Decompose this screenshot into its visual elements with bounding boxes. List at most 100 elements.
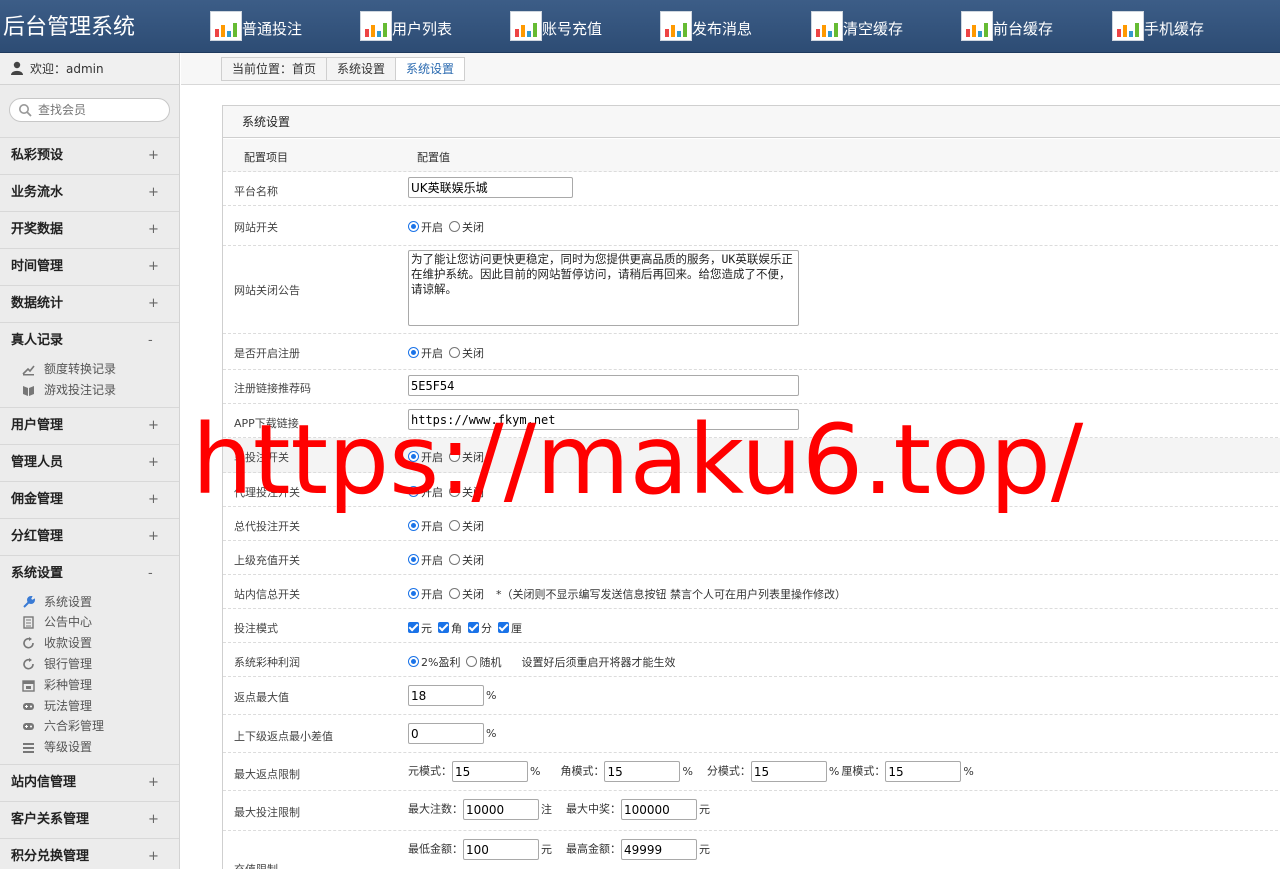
sidebar-item-live-records[interactable]: 真人记录 - bbox=[0, 323, 179, 359]
col-value-header: 配置值 bbox=[417, 151, 450, 164]
sidebar-item-admin-staff[interactable]: 管理人员 + bbox=[0, 445, 179, 481]
sidebar-item-user-management[interactable]: 用户管理 + bbox=[0, 408, 179, 444]
rebate-yuan-input[interactable] bbox=[452, 761, 528, 782]
nav-item-normal-bet[interactable]: 普通投注 bbox=[180, 0, 330, 53]
menu-group: 数据统计 + bbox=[0, 285, 179, 322]
bet-mode-jiao[interactable]: 角 bbox=[438, 622, 462, 635]
sidebar-item-game-bet-records[interactable]: 游戏投注记录 bbox=[0, 380, 179, 401]
register-on[interactable]: 开启 bbox=[408, 347, 443, 360]
welcome-text: 欢迎：admin bbox=[30, 62, 104, 76]
user-icon bbox=[11, 61, 23, 75]
sidebar-item-payment-settings[interactable]: 收款设置 bbox=[0, 633, 179, 654]
rebate-jiao-input[interactable] bbox=[604, 761, 681, 782]
sidebar-item-dividends[interactable]: 分红管理 + bbox=[0, 519, 179, 555]
menu-group: 积分兑换管理 + bbox=[0, 837, 179, 869]
search-input[interactable] bbox=[38, 101, 163, 119]
transfer-icon bbox=[22, 365, 35, 376]
message-switch-off[interactable]: 关闭 bbox=[449, 588, 484, 601]
sidebar-item-bank-management[interactable]: 银行管理 bbox=[0, 654, 179, 675]
sidebar-item-messages[interactable]: 站内信管理 + bbox=[0, 765, 179, 801]
table-row: 单投注开关 开启 关闭 bbox=[223, 438, 1280, 473]
table-row: 是否开启注册 开启 关闭 bbox=[223, 334, 1280, 370]
profit-note: 设置好后须重启开将器才能生效 bbox=[521, 656, 676, 669]
recharge-max-input[interactable] bbox=[621, 839, 697, 860]
menu-group: 业务流水 + bbox=[0, 174, 179, 211]
agent-bet-off[interactable]: 关闭 bbox=[449, 486, 484, 499]
bet-mode-li[interactable]: 厘 bbox=[498, 622, 522, 635]
nav-item-front-cache[interactable]: 前台缓存 bbox=[931, 0, 1081, 53]
menu-group: 佣金管理 + bbox=[0, 480, 179, 518]
bet-mode-yuan[interactable]: 元 bbox=[408, 622, 432, 635]
rebate-fen-input[interactable] bbox=[750, 761, 827, 782]
profit-random[interactable]: 随机 bbox=[466, 656, 501, 669]
gamepad-icon bbox=[23, 702, 34, 710]
chart-icon bbox=[811, 11, 843, 41]
max-bet-count-input[interactable] bbox=[463, 799, 539, 820]
general-agent-on[interactable]: 开启 bbox=[408, 520, 443, 533]
sidebar-item-private-lottery[interactable]: 私彩预设 + bbox=[0, 138, 179, 174]
profit-2pct[interactable]: 2%盈利 bbox=[408, 656, 460, 669]
panel-title: 系统设置 bbox=[223, 106, 1280, 138]
table-header: 配置项目 配置值 bbox=[223, 139, 1280, 172]
recharge-min-input[interactable] bbox=[463, 839, 539, 860]
sidebar-item-mark-six[interactable]: 六合彩管理 bbox=[0, 716, 179, 737]
sidebar-item-level-settings[interactable]: 等级设置 bbox=[0, 737, 179, 758]
sidebar-item-time-management[interactable]: 时间管理 + bbox=[0, 249, 179, 285]
site-switch-off[interactable]: 关闭 bbox=[449, 221, 484, 234]
table-row: 充值限制 最低金额：元最高金额：元 bbox=[223, 831, 1280, 869]
menu-group: 开奖数据 + bbox=[0, 211, 179, 248]
agent-bet-on[interactable]: 开启 bbox=[408, 486, 443, 499]
nav-item-publish-message[interactable]: 发布消息 bbox=[630, 0, 780, 53]
register-off[interactable]: 关闭 bbox=[449, 347, 484, 360]
sidebar-item-transfer-records[interactable]: 额度转换记录 bbox=[0, 359, 179, 380]
bet-switch-off[interactable]: 关闭 bbox=[449, 451, 484, 464]
sidebar-item-crm[interactable]: 客户关系管理 + bbox=[0, 802, 179, 838]
col-key-header: 配置项目 bbox=[244, 151, 288, 164]
menu-group: 系统设置 - 系统设置 公告中心 收款设置 银行管理 彩种管理 玩法管理 六合彩管… bbox=[0, 554, 179, 764]
message-switch-on[interactable]: 开启 bbox=[408, 588, 443, 601]
site-switch-on[interactable]: 开启 bbox=[408, 221, 443, 234]
nav-item-clear-cache[interactable]: 清空缓存 bbox=[781, 0, 931, 53]
sidebar-item-draw-data[interactable]: 开奖数据 + bbox=[0, 212, 179, 248]
sidebar: 欢迎：admin 私彩预设+ 业务流水+ 开奖数据+ 时间管理+ 数据统计+ 真… bbox=[0, 53, 180, 869]
parent-recharge-off[interactable]: 关闭 bbox=[449, 554, 484, 567]
sidebar-item-points-exchange[interactable]: 积分兑换管理 + bbox=[0, 839, 179, 869]
expand-icon: + bbox=[148, 774, 159, 790]
wrench-icon bbox=[23, 595, 35, 608]
sidebar-item-lottery-types[interactable]: 彩种管理 bbox=[0, 675, 179, 696]
sidebar-item-play-management[interactable]: 玩法管理 bbox=[0, 696, 179, 717]
table-row: 系统彩种利润 2%盈利 随机 设置好后须重启开将器才能生效 bbox=[223, 643, 1280, 677]
nav-item-user-list[interactable]: 用户列表 bbox=[330, 0, 480, 53]
sidebar-item-statistics[interactable]: 数据统计 + bbox=[0, 286, 179, 322]
menu-group: 真人记录 - 额度转换记录 游戏投注记录 bbox=[0, 322, 179, 407]
max-prize-input[interactable] bbox=[621, 799, 697, 820]
sidebar-item-business-flow[interactable]: 业务流水 + bbox=[0, 175, 179, 211]
table-row: 返点最大值 % bbox=[223, 677, 1280, 715]
sidebar-item-commission[interactable]: 佣金管理 + bbox=[0, 482, 179, 518]
register-code-input[interactable] bbox=[408, 375, 799, 396]
chart-icon bbox=[360, 11, 392, 41]
breadcrumb-home[interactable]: 当前位置：首页 bbox=[222, 58, 328, 80]
general-agent-off[interactable]: 关闭 bbox=[449, 520, 484, 533]
min-rebate-diff-input[interactable] bbox=[408, 723, 484, 744]
breadcrumb-item[interactable]: 系统设置 bbox=[327, 58, 397, 80]
bet-mode-fen[interactable]: 分 bbox=[468, 622, 492, 635]
nav-item-recharge[interactable]: 账号充值 bbox=[480, 0, 630, 53]
breadcrumb: 当前位置：首页 系统设置 系统设置 bbox=[221, 57, 466, 81]
nav-item-mobile-cache[interactable]: 手机缓存 bbox=[1082, 0, 1232, 53]
sidebar-item-notice-center[interactable]: 公告中心 bbox=[0, 612, 179, 633]
max-rebate-input[interactable] bbox=[408, 685, 484, 706]
platform-name-input[interactable] bbox=[408, 177, 573, 198]
bet-switch-on[interactable]: 开启 bbox=[408, 451, 443, 464]
refresh-icon bbox=[23, 637, 34, 649]
sidebar-item-system-setting[interactable]: 系统设置 bbox=[0, 592, 179, 613]
app-link-input[interactable] bbox=[408, 409, 799, 430]
sidebar-item-system-settings[interactable]: 系统设置 - bbox=[0, 556, 179, 592]
rebate-li-input[interactable] bbox=[885, 761, 962, 782]
parent-recharge-on[interactable]: 开启 bbox=[408, 554, 443, 567]
member-search[interactable] bbox=[9, 98, 170, 122]
list-icon bbox=[23, 743, 34, 754]
close-notice-textarea[interactable]: 为了能让您访问更快更稳定，同时为您提供更高品质的服务，UK英联娱乐正在维护系统。… bbox=[408, 250, 799, 326]
menu-group: 私彩预设 + bbox=[0, 137, 179, 174]
expand-icon: + bbox=[148, 848, 159, 864]
